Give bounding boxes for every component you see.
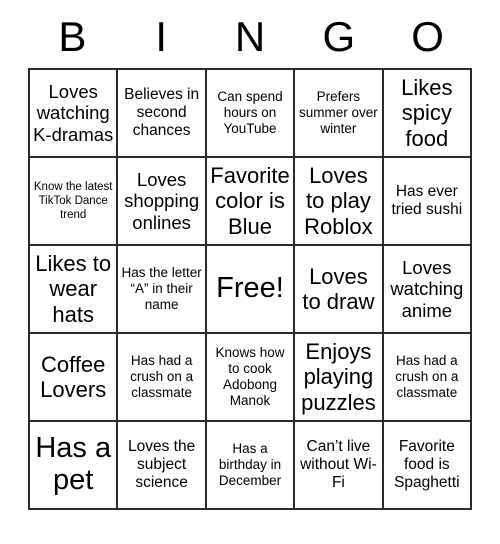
bingo-cell[interactable]: Has a birthday in December <box>206 422 296 510</box>
bingo-cell-label: Loves watching anime <box>390 256 464 321</box>
bingo-cell-label: Has had a crush on a classmate <box>395 352 459 401</box>
bingo-header: B I N G O <box>28 0 472 68</box>
bingo-cell-label: Likes spicy food <box>401 75 453 151</box>
bingo-cell[interactable]: Has had a crush on a classmate <box>118 334 207 422</box>
bingo-cell[interactable]: Has the letter “A” in their name <box>118 246 207 334</box>
bingo-cell-label: Enjoys playing puzzles <box>301 339 376 415</box>
bingo-row: Know the latest TikTok Dance trend Loves… <box>30 158 473 246</box>
bingo-header-letter-g: G <box>322 13 356 60</box>
bingo-cell[interactable]: Has ever tried sushi <box>383 158 473 246</box>
bingo-header-letter-n: N <box>234 13 266 60</box>
bingo-cell-label: Likes to wear hats <box>35 251 112 327</box>
bingo-card: B I N G O Loves watching K-dramas Believ… <box>28 0 473 510</box>
bingo-cell[interactable]: Prefers summer over winter <box>295 70 384 158</box>
bingo-cell[interactable]: Enjoys playing puzzles <box>295 334 384 422</box>
bingo-cell[interactable]: Likes spicy food <box>383 70 473 158</box>
bingo-grid: Loves watching K-dramas Believes in seco… <box>28 68 473 510</box>
bingo-cell-label: Can’t live without Wi-Fi <box>300 437 377 492</box>
bingo-row: Has a pet Loves the subject science Has … <box>30 422 473 510</box>
bingo-cell[interactable]: Can’t live without Wi-Fi <box>295 422 384 510</box>
bingo-cell-label: Loves to play Roblox <box>304 163 373 239</box>
bingo-cell[interactable]: Knows how to cook Adobong Manok <box>206 334 296 422</box>
bingo-cell-label: Loves shopping onlines <box>124 168 200 233</box>
bingo-cell[interactable]: Can spend hours on YouTube <box>206 70 296 158</box>
bingo-cell[interactable]: Loves to draw <box>295 246 384 334</box>
bingo-header-letter-i: I <box>155 13 168 60</box>
bingo-cell-label: Favorite food is Spaghetti <box>394 437 460 492</box>
bingo-cell-label: Loves to draw <box>302 263 375 314</box>
bingo-cell-label: Has ever tried sushi <box>391 182 463 218</box>
bingo-row: Coffee Lovers Has had a crush on a class… <box>30 334 473 422</box>
bingo-cell[interactable]: Know the latest TikTok Dance trend <box>30 158 119 246</box>
bingo-cell-label: Believes in second chances <box>124 85 200 140</box>
bingo-cell[interactable]: Loves to play Roblox <box>295 158 384 246</box>
bingo-header-letter-b: B <box>58 13 87 60</box>
bingo-cell[interactable]: Believes in second chances <box>118 70 207 158</box>
bingo-cell-label: Has a pet <box>35 432 112 496</box>
bingo-cell[interactable]: Loves shopping onlines <box>118 158 207 246</box>
bingo-cell-label: Know the latest TikTok Dance trend <box>33 180 113 221</box>
bingo-cell[interactable]: Favorite food is Spaghetti <box>383 422 473 510</box>
bingo-cell-label: Favorite color is Blue <box>210 163 290 239</box>
bingo-cell-label: Loves the subject science <box>128 437 196 492</box>
bingo-row: Loves watching K-dramas Believes in seco… <box>30 70 473 158</box>
bingo-cell[interactable]: Coffee Lovers <box>30 334 119 422</box>
bingo-cell-label: Loves watching K-dramas <box>33 80 114 145</box>
bingo-cell-label: Free! <box>216 272 284 305</box>
bingo-cell-label: Has had a crush on a classmate <box>130 352 194 401</box>
bingo-cell[interactable]: Favorite color is Blue <box>206 158 296 246</box>
bingo-cell[interactable]: Loves watching K-dramas <box>30 70 119 158</box>
bingo-cell[interactable]: Loves the subject science <box>118 422 207 510</box>
bingo-row: Likes to wear hats Has the letter “A” in… <box>30 246 473 334</box>
bingo-cell-label: Knows how to cook Adobong Manok <box>215 344 285 409</box>
bingo-cell-label: Can spend hours on YouTube <box>217 88 283 137</box>
bingo-cell[interactable]: Has had a crush on a classmate <box>383 334 473 422</box>
bingo-cell-free[interactable]: Free! <box>206 246 296 334</box>
bingo-header-letter-o: O <box>411 13 444 60</box>
bingo-cell[interactable]: Has a pet <box>30 422 119 510</box>
bingo-cell-label: Has the letter “A” in their name <box>121 264 202 313</box>
bingo-cell-label: Has a birthday in December <box>218 440 282 489</box>
bingo-cell-label: Prefers summer over winter <box>299 88 378 137</box>
bingo-cell-label: Coffee Lovers <box>40 351 107 402</box>
bingo-cell[interactable]: Likes to wear hats <box>30 246 119 334</box>
bingo-cell[interactable]: Loves watching anime <box>383 246 473 334</box>
